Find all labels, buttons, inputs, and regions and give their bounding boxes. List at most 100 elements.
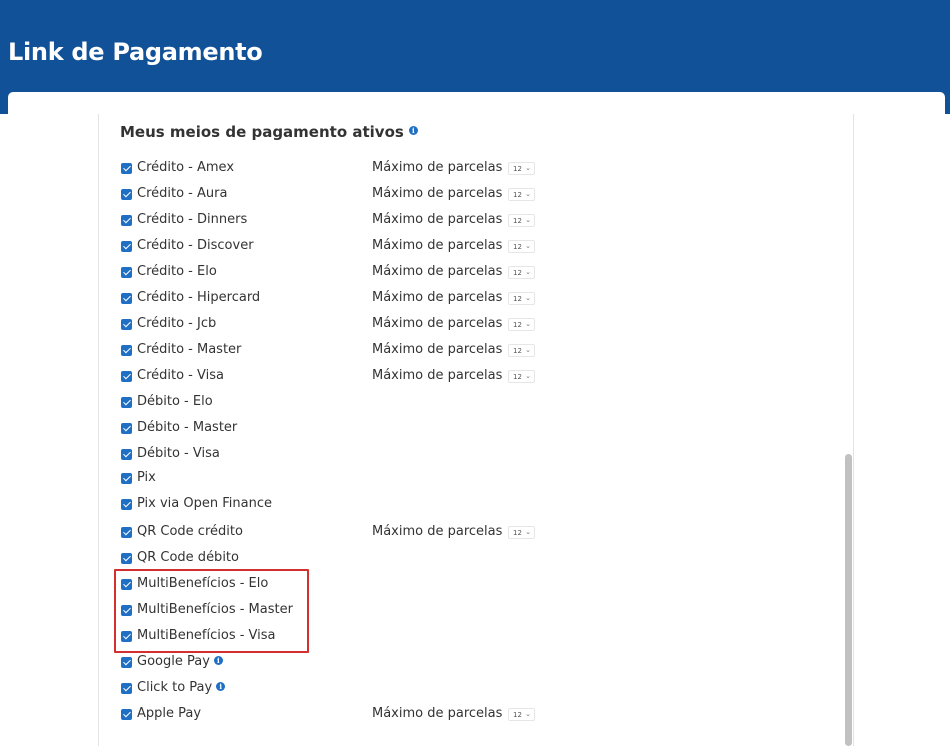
page-title: Link de Pagamento — [8, 38, 263, 66]
max-installments-label: Máximo de parcelas — [372, 186, 503, 201]
payment-method-name: Crédito - Discover — [137, 238, 254, 253]
payment-method-label: Débito - Master — [137, 420, 237, 435]
payment-method-row: Click to Pay i — [121, 679, 561, 699]
chevron-down-icon: ⌄ — [525, 320, 531, 328]
payment-method-row: Apple Pay Máximo de parcelas 12 ⌄ — [121, 705, 561, 725]
payment-method-name: Pix via Open Finance — [137, 496, 272, 511]
checkbox-checked-icon[interactable] — [121, 657, 132, 668]
installments-value: 12 — [513, 191, 522, 199]
info-icon[interactable]: i — [213, 656, 223, 665]
payment-method-label: Crédito - Visa — [137, 368, 224, 383]
chevron-down-icon: ⌄ — [525, 242, 531, 250]
checkbox-checked-icon[interactable] — [121, 709, 132, 720]
installments-value: 12 — [513, 269, 522, 277]
payment-method-label: QR Code crédito — [137, 524, 243, 539]
payment-method-name: Click to Pay — [137, 680, 213, 695]
payment-method-row: Débito - Elo — [121, 393, 561, 413]
chevron-down-icon: ⌄ — [525, 710, 531, 718]
checkbox-checked-icon[interactable] — [121, 527, 132, 538]
payment-method-row: QR Code crédito Máximo de parcelas 12 ⌄ — [121, 523, 561, 543]
payment-method-name: Google Pay — [137, 654, 210, 669]
checkbox-checked-icon[interactable] — [121, 473, 132, 484]
payment-method-label: Pix via Open Finance — [137, 496, 272, 511]
checkbox-checked-icon[interactable] — [121, 319, 132, 330]
checkbox-checked-icon[interactable] — [121, 423, 132, 434]
payment-method-label: Crédito - Amex — [137, 160, 234, 175]
payment-method-label: Click to Pay i — [137, 680, 226, 695]
chevron-down-icon: ⌄ — [525, 268, 531, 276]
payment-method-label: Débito - Visa — [137, 446, 220, 461]
payment-method-label: Crédito - Discover — [137, 238, 254, 253]
checkbox-checked-icon[interactable] — [121, 683, 132, 694]
checkbox-checked-icon[interactable] — [121, 345, 132, 356]
payment-method-row: Débito - Visa — [121, 445, 561, 465]
checkbox-checked-icon[interactable] — [121, 553, 132, 564]
installments-select[interactable]: 12 ⌄ — [508, 188, 535, 201]
checkbox-checked-icon[interactable] — [121, 215, 132, 226]
payment-method-row: Google Pay i — [121, 653, 561, 673]
section-title-text: Meus meios de pagamento ativos — [120, 123, 404, 141]
checkbox-checked-icon[interactable] — [121, 267, 132, 278]
payment-method-label: Crédito - Jcb — [137, 316, 216, 331]
payment-method-label: Crédito - Elo — [137, 264, 217, 279]
checkbox-checked-icon[interactable] — [121, 189, 132, 200]
installments-select[interactable]: 12 ⌄ — [508, 266, 535, 279]
payment-method-label: Apple Pay — [137, 706, 201, 721]
payment-method-label: Crédito - Hipercard — [137, 290, 260, 305]
installments-select[interactable]: 12 ⌄ — [508, 240, 535, 253]
payment-method-label: Débito - Elo — [137, 394, 213, 409]
payment-method-name: Débito - Elo — [137, 394, 213, 409]
payment-method-name: Crédito - Aura — [137, 186, 228, 201]
installments-select[interactable]: 12 ⌄ — [508, 292, 535, 305]
payment-method-row: Crédito - Master Máximo de parcelas 12 ⌄ — [121, 341, 561, 361]
installments-select[interactable]: 12 ⌄ — [508, 526, 535, 539]
payment-method-row: Crédito - Dinners Máximo de parcelas 12 ⌄ — [121, 211, 561, 231]
max-installments-label: Máximo de parcelas — [372, 212, 503, 227]
info-icon[interactable]: i — [216, 682, 226, 691]
installments-select[interactable]: 12 ⌄ — [508, 370, 535, 383]
chevron-down-icon: ⌄ — [525, 294, 531, 302]
checkbox-checked-icon[interactable] — [121, 241, 132, 252]
payment-method-name: Apple Pay — [137, 706, 202, 721]
payment-method-row: QR Code débito — [121, 549, 561, 569]
payment-method-row: Débito - Master — [121, 419, 561, 439]
payment-method-label: Google Pay i — [137, 654, 223, 669]
checkbox-checked-icon[interactable] — [121, 449, 132, 460]
installments-select[interactable]: 12 ⌄ — [508, 214, 535, 227]
max-installments-label: Máximo de parcelas — [372, 264, 503, 279]
checkbox-checked-icon[interactable] — [121, 397, 132, 408]
payment-method-row: Crédito - Aura Máximo de parcelas 12 ⌄ — [121, 185, 561, 205]
scrollbar-thumb[interactable] — [845, 454, 852, 746]
checkbox-checked-icon[interactable] — [121, 371, 132, 382]
payment-method-name: Crédito - Visa — [137, 368, 224, 383]
installments-select[interactable]: 12 ⌄ — [508, 318, 535, 331]
max-installments-label: Máximo de parcelas — [372, 316, 503, 331]
checkbox-checked-icon[interactable] — [121, 163, 132, 174]
max-installments-label: Máximo de parcelas — [372, 160, 503, 175]
payment-method-name: Crédito - Dinners — [137, 212, 248, 227]
max-installments-label: Máximo de parcelas — [372, 342, 503, 357]
chevron-down-icon: ⌄ — [525, 190, 531, 198]
payment-method-name: Crédito - Master — [137, 342, 242, 357]
installments-select[interactable]: 12 ⌄ — [508, 344, 535, 357]
payment-method-name: QR Code débito — [137, 550, 239, 565]
payment-method-row: Crédito - Visa Máximo de parcelas 12 ⌄ — [121, 367, 561, 387]
payment-method-label: Pix — [137, 470, 156, 485]
payment-method-row: Crédito - Amex Máximo de parcelas 12 ⌄ — [121, 159, 561, 179]
max-installments-label: Máximo de parcelas — [372, 524, 503, 539]
installments-select[interactable]: 12 ⌄ — [508, 162, 535, 175]
chevron-down-icon: ⌄ — [525, 372, 531, 380]
payment-method-row: Crédito - Jcb Máximo de parcelas 12 ⌄ — [121, 315, 561, 335]
installments-select[interactable]: 12 ⌄ — [508, 708, 535, 721]
payment-method-name: Crédito - Amex — [137, 160, 235, 175]
installments-value: 12 — [513, 217, 522, 225]
info-icon[interactable]: i — [408, 126, 418, 135]
payment-method-row: Crédito - Elo Máximo de parcelas 12 ⌄ — [121, 263, 561, 283]
installments-value: 12 — [513, 347, 522, 355]
max-installments-label: Máximo de parcelas — [372, 706, 503, 721]
installments-value: 12 — [513, 529, 522, 537]
checkbox-checked-icon[interactable] — [121, 499, 132, 510]
payment-method-row: Crédito - Discover Máximo de parcelas 12 ⌄ — [121, 237, 561, 257]
checkbox-checked-icon[interactable] — [121, 293, 132, 304]
installments-value: 12 — [513, 711, 522, 719]
